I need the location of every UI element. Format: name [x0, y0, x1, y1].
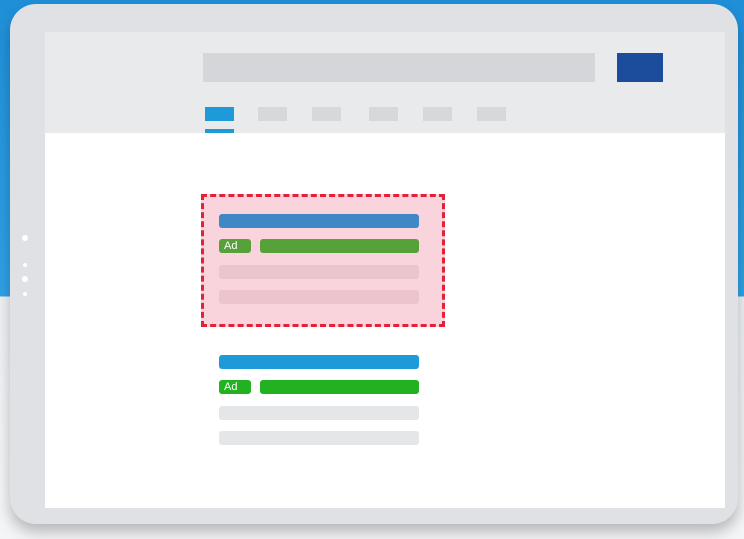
- sponsored-result-text-line: [219, 290, 419, 304]
- tab-all[interactable]: [205, 107, 234, 121]
- result-title[interactable]: [219, 355, 419, 369]
- tab-6[interactable]: [477, 107, 506, 121]
- ad-badge: Ad: [219, 239, 251, 253]
- browser-screen: Ad Ad: [45, 32, 725, 508]
- search-input[interactable]: [203, 53, 595, 82]
- tab-2[interactable]: [258, 107, 287, 121]
- result-url[interactable]: [260, 380, 419, 394]
- side-dot-small: [23, 263, 27, 267]
- sponsored-result-url[interactable]: [260, 239, 419, 253]
- tab-3[interactable]: [312, 107, 341, 121]
- search-button[interactable]: [617, 53, 663, 82]
- sponsored-result-text-line: [219, 265, 419, 279]
- ad-badge: Ad: [219, 380, 251, 394]
- side-dot-large: [22, 235, 28, 241]
- sponsored-result-title[interactable]: [219, 214, 419, 228]
- active-tab-indicator: [205, 129, 234, 133]
- tab-4[interactable]: [369, 107, 398, 121]
- side-dot-small: [23, 292, 27, 296]
- side-dot-large: [22, 276, 28, 282]
- search-header: [45, 32, 725, 133]
- tab-5[interactable]: [423, 107, 452, 121]
- result-text-line: [219, 406, 419, 420]
- tablet-device: Ad Ad: [10, 4, 738, 524]
- result-text-line: [219, 431, 419, 445]
